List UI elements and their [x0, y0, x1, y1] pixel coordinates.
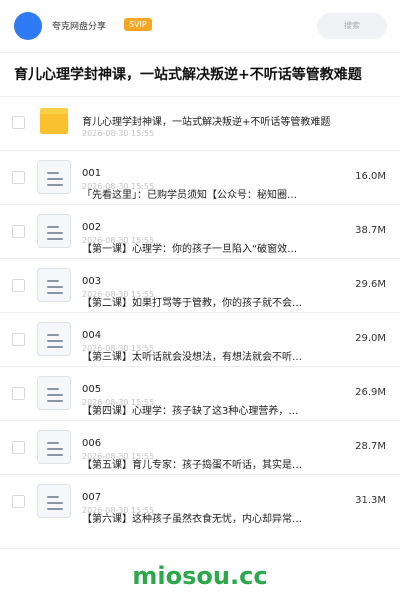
file-size: 16.0M [355, 171, 386, 182]
file-size: 26.9M [355, 387, 386, 398]
folder-name: 育儿心理学封神课，一站式解决叛逆+不听话等管教难题 [82, 117, 331, 128]
file-description: 【第四课】心理学：孩子缺了这3种心理营养，… [82, 406, 299, 417]
header-divider [0, 52, 400, 53]
file-name: 007 [82, 492, 102, 503]
file-name: 003 [82, 276, 102, 287]
file-size: 31.3M [355, 495, 386, 506]
row-divider [0, 150, 400, 151]
file-name: 002 [82, 222, 102, 233]
file-row[interactable]: 007 2026-08-30 15:55 【第六课】这种孩子虽然衣食无忧，内心却异常… [0, 484, 400, 538]
document-icon [37, 214, 71, 248]
folder-row[interactable]: 育儿心理学封神课，一站式解决叛逆+不听话等管教难题 2026-08-30 15:… [0, 108, 400, 162]
file-description: 【第五课】育儿专家：孩子捣蛋不听话，其实是… [82, 460, 302, 471]
list-bottom-divider [0, 548, 400, 549]
watermark-text: miosou.cc [132, 562, 268, 590]
row-divider [0, 258, 400, 259]
document-icon [37, 376, 71, 410]
file-checkbox[interactable] [12, 279, 25, 292]
header-bar: 夸克网盘分享 SVIP 搜索 [0, 0, 400, 52]
title-divider [0, 96, 400, 97]
svip-badge: SVIP [124, 18, 152, 31]
file-name: 004 [82, 330, 102, 341]
file-size: 29.0M [355, 333, 386, 344]
file-size: 38.7M [355, 225, 386, 236]
file-checkbox[interactable] [12, 171, 25, 184]
file-name: 006 [82, 438, 102, 449]
file-row[interactable]: 006 2026-08-30 15:55 【第五课】育儿专家：孩子捣蛋不听话，其实是… [0, 430, 400, 484]
avatar[interactable] [14, 12, 42, 40]
search-input[interactable]: 搜索 [317, 13, 387, 39]
file-row[interactable]: 002 2026-08-30 15:55 【第一课】心理学：你的孩子一旦陷入“破窗效… [0, 214, 400, 268]
row-divider [0, 366, 400, 367]
file-description: 「先看这里」：已购学员须知【公众号：秘知圈… [82, 190, 297, 201]
file-description: 【第二课】如果打骂等于管教，你的孩子就不会… [82, 298, 302, 309]
file-checkbox[interactable] [12, 495, 25, 508]
document-icon [37, 484, 71, 518]
folder-date: 2026-08-30 15:55 [82, 129, 155, 138]
file-row[interactable]: 005 2026-08-30 15:55 【第四课】心理学：孩子缺了这3种心理营养，… [0, 376, 400, 430]
file-size: 29.6M [355, 279, 386, 290]
document-icon [37, 160, 71, 194]
row-divider [0, 474, 400, 475]
file-description: 【第三课】太听话就会没想法，有想法就会不听… [82, 352, 302, 363]
file-name: 005 [82, 384, 102, 395]
file-checkbox[interactable] [12, 225, 25, 238]
row-divider [0, 420, 400, 421]
file-checkbox[interactable] [12, 333, 25, 346]
file-size: 28.7M [355, 441, 386, 452]
document-icon [37, 322, 71, 356]
file-name: 001 [82, 168, 102, 179]
file-checkbox[interactable] [12, 387, 25, 400]
folder-icon [40, 108, 68, 134]
row-divider [0, 312, 400, 313]
folder-checkbox[interactable] [12, 116, 25, 129]
file-checkbox[interactable] [12, 441, 25, 454]
document-icon [37, 430, 71, 464]
file-description: 【第一课】心理学：你的孩子一旦陷入“破窗效… [82, 244, 298, 255]
app-name: 夸克网盘分享 [52, 22, 107, 32]
file-row[interactable]: 004 2026-08-30 15:55 【第三课】太听话就会没想法，有想法就会不听… [0, 322, 400, 376]
file-row[interactable]: 001 2026-08-30 15:55 「先看这里」：已购学员须知【公众号：秘知圈… [0, 160, 400, 214]
page-title: 育儿心理学封神课，一站式解决叛逆+不听话等管教难题 [14, 67, 362, 83]
row-divider [0, 204, 400, 205]
document-icon [37, 268, 71, 302]
file-description: 【第六课】这种孩子虽然衣食无忧，内心却异常… [82, 514, 302, 525]
file-row[interactable]: 003 2026-08-30 15:55 【第二课】如果打骂等于管教，你的孩子就不会… [0, 268, 400, 322]
